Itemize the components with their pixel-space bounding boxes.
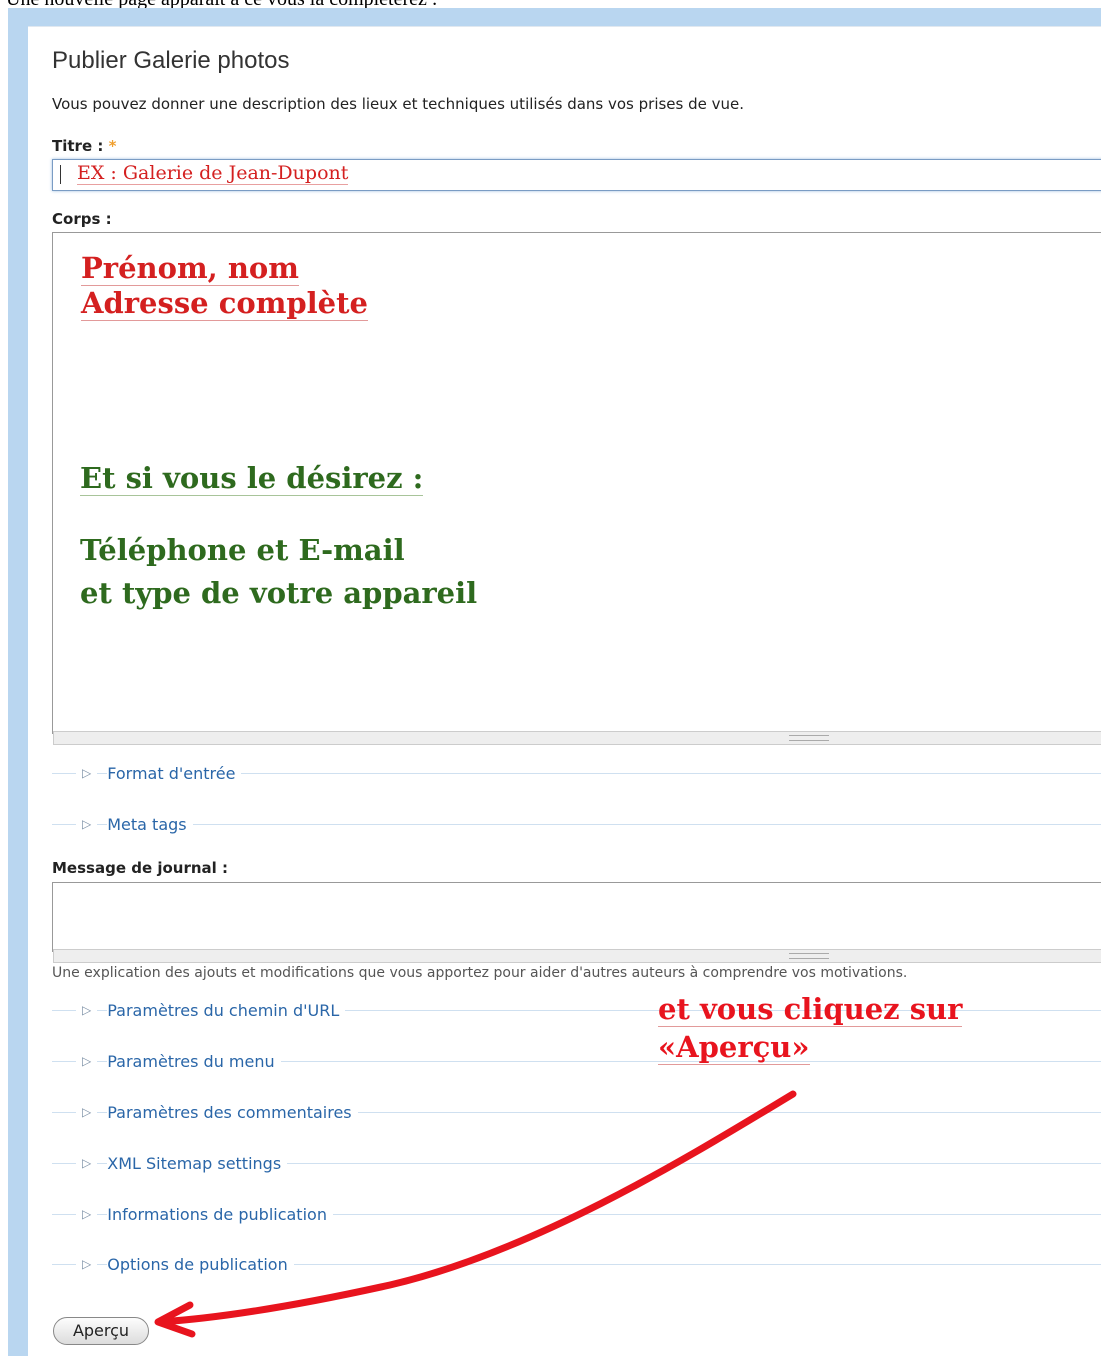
annotation-arrow-shaft — [156, 1090, 797, 1326]
annotation-arrow — [154, 1090, 797, 1338]
